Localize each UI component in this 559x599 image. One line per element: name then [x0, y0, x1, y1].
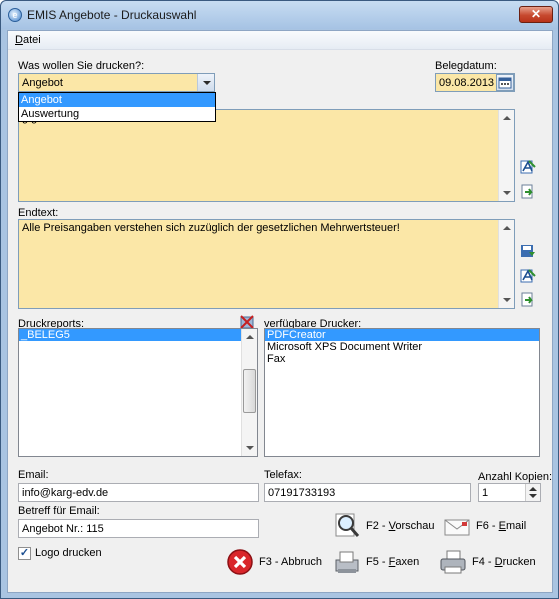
edit-text-icon[interactable]	[520, 159, 536, 175]
logo-checkbox[interactable]: ✓	[18, 547, 31, 560]
endtext-area[interactable]: Alle Preisangaben verstehen sich zuzügli…	[18, 219, 515, 309]
starttext-scrollbar[interactable]	[498, 110, 514, 201]
title-bar[interactable]: e EMIS Angebote - Druckauswahl ✕	[1, 1, 558, 29]
abbruch-label: F3 - Abbruch	[259, 556, 322, 568]
drucken-button[interactable]: F4 - Drucken	[438, 547, 536, 577]
menu-bar: Datei	[8, 31, 552, 50]
endtext-scrollbar[interactable]	[498, 220, 514, 308]
print-type-value: Angebot	[22, 77, 63, 89]
drucker-list[interactable]: PDFCreator Microsoft XPS Document Writer…	[264, 328, 540, 457]
dropdown-option-angebot[interactable]: Angebot	[19, 93, 215, 107]
scroll-up-icon[interactable]	[502, 223, 512, 233]
telefax-field[interactable]: 07191733193	[264, 483, 471, 502]
edit-text-icon[interactable]	[520, 268, 536, 284]
endtext-label: Endtext:	[18, 207, 59, 219]
print-type-select[interactable]: Angebot	[18, 73, 215, 92]
druckreports-list[interactable]: _BELEG5	[18, 328, 258, 457]
faxen-button[interactable]: F5 - Faxen	[332, 547, 419, 577]
scroll-down-icon[interactable]	[502, 295, 512, 305]
calendar-button[interactable]	[496, 74, 514, 91]
report-item[interactable]: _BELEG5	[19, 329, 241, 341]
belegdatum-label: Belegdatum:	[435, 60, 497, 72]
magnifier-icon	[335, 513, 360, 537]
insert-text-icon[interactable]	[520, 292, 536, 308]
vorschau-button[interactable]: F2 - Vorschau	[332, 511, 435, 541]
printer-item[interactable]: PDFCreator	[265, 329, 539, 341]
scroll-down-icon[interactable]	[502, 188, 512, 198]
print-type-dropdown: Angebot Auswertung	[18, 92, 216, 122]
fax-icon	[335, 551, 359, 573]
email-button[interactable]: F6 - Email	[442, 511, 526, 541]
endtext-value: Alle Preisangaben verstehen sich zuzügli…	[22, 222, 400, 234]
belegdatum-value: 09.08.2013	[439, 77, 495, 89]
app-globe-icon: e	[8, 8, 22, 22]
dropdown-option-auswertung[interactable]: Auswertung	[19, 107, 215, 121]
reports-scrollbar[interactable]	[241, 329, 257, 456]
scroll-up-icon[interactable]	[502, 113, 512, 123]
printer-icon	[440, 550, 466, 574]
kopien-value: 1	[482, 487, 489, 499]
envelope-icon	[444, 519, 470, 536]
close-button[interactable]: ✕	[519, 6, 553, 23]
email-value: info@karg-edv.de	[22, 487, 109, 499]
drucken-label: F4 - Drucken	[472, 556, 536, 568]
menu-datei[interactable]: Datei	[15, 34, 41, 46]
print-dialog-window: e EMIS Angebote - Druckauswahl ✕ Datei W…	[0, 0, 559, 599]
email-label: Email:	[18, 469, 49, 481]
save-text-icon[interactable]	[520, 243, 536, 259]
telefax-label: Telefax:	[264, 469, 302, 481]
betreff-label: Betreff für Email:	[18, 505, 100, 517]
printer-item[interactable]: Microsoft XPS Document Writer	[265, 341, 539, 353]
scroll-down-icon[interactable]	[245, 443, 255, 453]
telefax-value: 07191733193	[268, 487, 336, 499]
betreff-value: Angebot Nr.: 115	[22, 523, 104, 535]
email-field[interactable]: info@karg-edv.de	[18, 483, 259, 502]
kopien-spin[interactable]	[525, 484, 540, 501]
chevron-down-icon[interactable]	[197, 74, 214, 91]
scroll-up-icon[interactable]	[245, 332, 255, 342]
email-button-label: F6 - Email	[476, 520, 527, 532]
abbruch-button[interactable]: F3 - Abbruch	[225, 547, 322, 577]
logo-label: Logo drucken	[35, 547, 102, 559]
faxen-label: F5 - Faxen	[366, 556, 420, 568]
calendar-icon	[498, 77, 512, 89]
kopien-label: Anzahl Kopien:	[478, 471, 552, 483]
dialog-client-area: Datei Was wollen Sie drucken?: Angebot A…	[7, 30, 553, 593]
print-type-label: Was wollen Sie drucken?:	[18, 60, 145, 72]
printer-item[interactable]: Fax	[265, 353, 539, 365]
insert-text-icon[interactable]	[520, 184, 536, 200]
vorschau-label: F2 - Vorschau	[366, 520, 435, 532]
betreff-field[interactable]: Angebot Nr.: 115	[18, 519, 259, 538]
window-title: EMIS Angebote - Druckauswahl	[27, 8, 197, 22]
cancel-icon	[227, 549, 253, 575]
spin-down-icon[interactable]	[529, 493, 537, 500]
scroll-thumb[interactable]	[243, 369, 256, 413]
kopien-stepper[interactable]: 1	[478, 483, 541, 502]
starttext-area[interactable]: g gebot:	[18, 109, 515, 202]
spin-up-icon[interactable]	[529, 485, 537, 492]
